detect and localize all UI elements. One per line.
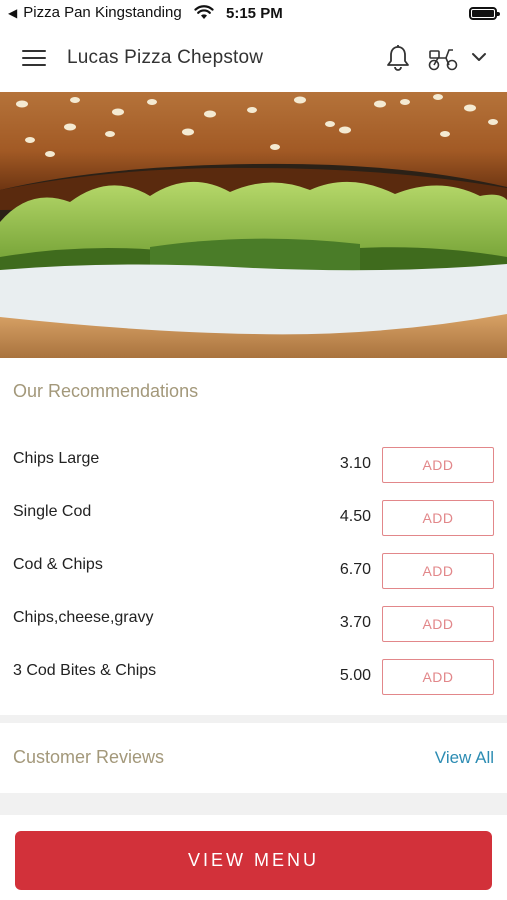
hero-image	[0, 92, 507, 358]
menu-icon[interactable]	[22, 50, 46, 68]
item-price: 3.10	[339, 455, 371, 472]
status-time: 5:15 PM	[226, 5, 283, 22]
page-title: Lucas Pizza Chepstow	[67, 47, 264, 68]
recommendations-title: Our Recommendations	[13, 381, 199, 401]
item-name: Chips Large	[13, 450, 100, 467]
add-button[interactable]: ADD	[382, 659, 494, 695]
add-button[interactable]: ADD	[382, 606, 494, 642]
wifi-icon	[194, 5, 214, 19]
status-back-link[interactable]: ◀ Pizza Pan Kingstanding	[8, 4, 214, 21]
list-item: 3 Cod Bites & Chips 5.00 ADD	[0, 659, 507, 712]
status-bar: ◀ Pizza Pan Kingstanding 5:15 PM	[0, 0, 507, 28]
scooter-icon[interactable]	[427, 46, 459, 72]
battery-icon	[469, 7, 500, 20]
back-arrow-icon: ◀	[8, 5, 18, 20]
item-name: Single Cod	[13, 503, 92, 520]
item-name: 3 Cod Bites & Chips	[13, 662, 157, 679]
status-back-label: Pizza Pan Kingstanding	[23, 4, 182, 21]
list-item: Chips Large 3.10 ADD	[0, 447, 507, 500]
app-header: Lucas Pizza Chepstow	[0, 28, 507, 92]
view-all-link[interactable]: View All	[435, 748, 494, 768]
reviews-placeholder	[0, 793, 507, 815]
list-item: Single Cod 4.50 ADD	[0, 500, 507, 553]
item-price: 3.70	[339, 614, 371, 631]
add-button[interactable]: ADD	[382, 553, 494, 589]
item-price: 4.50	[339, 508, 371, 525]
item-name: Cod & Chips	[13, 556, 103, 573]
list-item: Chips,cheese,gravy 3.70 ADD	[0, 606, 507, 659]
list-item: Cod & Chips 6.70 ADD	[0, 553, 507, 606]
add-button[interactable]: ADD	[382, 447, 494, 483]
item-price: 6.70	[339, 561, 371, 578]
section-divider	[0, 715, 507, 723]
view-menu-button[interactable]: VIEW MENU	[15, 831, 492, 890]
reviews-title: Customer Reviews	[13, 747, 165, 767]
bell-icon[interactable]	[385, 44, 411, 72]
item-price: 5.00	[339, 667, 371, 684]
add-button[interactable]: ADD	[382, 500, 494, 536]
chevron-down-icon[interactable]	[470, 50, 488, 64]
burger-photo	[0, 92, 507, 358]
item-name: Chips,cheese,gravy	[13, 609, 154, 626]
